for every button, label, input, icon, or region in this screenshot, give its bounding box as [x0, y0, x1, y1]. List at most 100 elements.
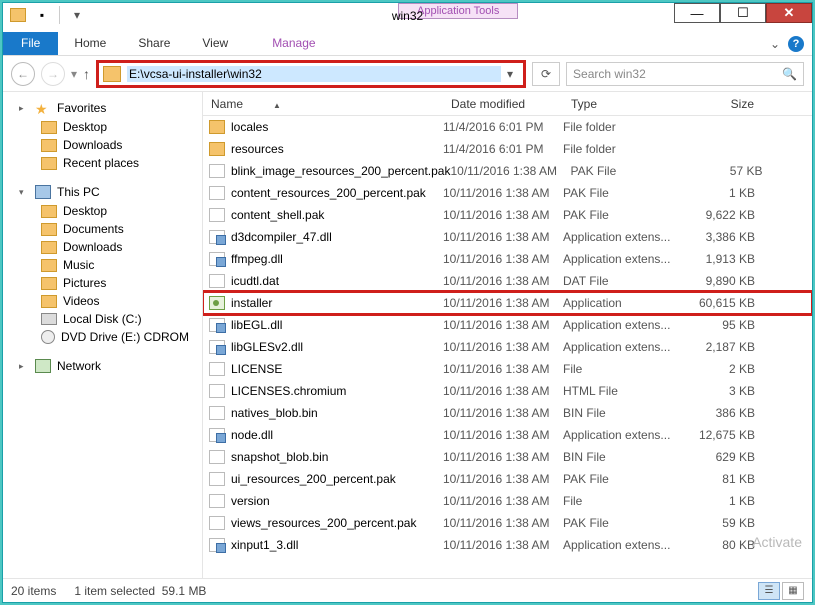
file-row[interactable]: version10/11/2016 1:38 AMFile1 KB: [203, 490, 812, 512]
col-type[interactable]: Type: [563, 97, 683, 111]
app-icon[interactable]: [7, 4, 29, 26]
search-box[interactable]: Search win32 🔍: [566, 62, 804, 86]
file-tab[interactable]: File: [3, 32, 58, 55]
file-row[interactable]: icudtl.dat10/11/2016 1:38 AMDAT File9,89…: [203, 270, 812, 292]
qat-customize-icon[interactable]: ▾: [66, 4, 88, 26]
file-date: 10/11/2016 1:38 AM: [443, 208, 563, 222]
file-name: blink_image_resources_200_percent.pak: [231, 164, 450, 178]
expand-icon[interactable]: [19, 361, 29, 372]
file-row[interactable]: libGLESv2.dll10/11/2016 1:38 AMApplicati…: [203, 336, 812, 358]
nav-pc-cdrive[interactable]: Local Disk (C:): [3, 310, 202, 328]
properties-icon[interactable]: ▪: [31, 4, 53, 26]
nav-pc-music[interactable]: Music: [3, 256, 202, 274]
file-row[interactable]: d3dcompiler_47.dll10/11/2016 1:38 AMAppl…: [203, 226, 812, 248]
refresh-button[interactable]: ⟳: [532, 62, 560, 86]
file-row[interactable]: installer10/11/2016 1:38 AMApplication60…: [203, 292, 812, 314]
main-area: ★ Favorites Desktop Downloads Recent pla…: [3, 92, 812, 578]
help-icon[interactable]: ?: [788, 36, 804, 52]
status-item-count: 20 items: [11, 584, 56, 598]
back-button[interactable]: ←: [11, 62, 35, 86]
details-view-button[interactable]: ☰: [758, 582, 780, 600]
file-name: resources: [231, 142, 284, 156]
address-dropdown-icon[interactable]: ▾: [501, 67, 519, 81]
nav-pc-pictures[interactable]: Pictures: [3, 274, 202, 292]
address-input[interactable]: [127, 66, 501, 82]
file-size: 1 KB: [683, 186, 763, 200]
folder-icon: [209, 120, 225, 134]
network-group[interactable]: Network: [3, 356, 202, 376]
maximize-button[interactable]: ☐: [720, 3, 766, 23]
this-pc-group[interactable]: This PC: [3, 182, 202, 202]
html-icon: [209, 384, 225, 398]
tab-manage[interactable]: Manage: [256, 32, 331, 55]
address-bar[interactable]: ▾: [96, 60, 526, 88]
folder-icon: [41, 205, 57, 218]
file-row[interactable]: ffmpeg.dll10/11/2016 1:38 AMApplication …: [203, 248, 812, 270]
file-row[interactable]: libEGL.dll10/11/2016 1:38 AMApplication …: [203, 314, 812, 336]
file-name: content_resources_200_percent.pak: [231, 186, 426, 200]
file-row[interactable]: LICENSE10/11/2016 1:38 AMFile2 KB: [203, 358, 812, 380]
up-button[interactable]: ↑: [83, 66, 90, 82]
expand-icon[interactable]: [19, 187, 29, 198]
nav-fav-recent[interactable]: Recent places: [3, 154, 202, 172]
folder-icon: [41, 223, 57, 236]
navigation-pane: ★ Favorites Desktop Downloads Recent pla…: [3, 92, 203, 578]
file-name: ui_resources_200_percent.pak: [231, 472, 396, 486]
file-row[interactable]: xinput1_3.dll10/11/2016 1:38 AMApplicati…: [203, 534, 812, 556]
file-name: natives_blob.bin: [231, 406, 318, 420]
tab-share[interactable]: Share: [122, 32, 186, 55]
file-name: ffmpeg.dll: [231, 252, 283, 266]
file-row[interactable]: node.dll10/11/2016 1:38 AMApplication ex…: [203, 424, 812, 446]
file-name: snapshot_blob.bin: [231, 450, 328, 464]
minimize-button[interactable]: —: [674, 3, 720, 23]
file-row[interactable]: content_resources_200_percent.pak10/11/2…: [203, 182, 812, 204]
file-date: 10/11/2016 1:38 AM: [443, 318, 563, 332]
file-row[interactable]: natives_blob.bin10/11/2016 1:38 AMBIN Fi…: [203, 402, 812, 424]
navigation-bar: ← → ▾ ↑ ▾ ⟳ Search win32 🔍: [3, 56, 812, 92]
nav-pc-dvd[interactable]: DVD Drive (E:) CDROM: [3, 328, 202, 346]
nav-fav-downloads[interactable]: Downloads: [3, 136, 202, 154]
file-date: 11/4/2016 6:01 PM: [443, 120, 563, 134]
nav-pc-desktop[interactable]: Desktop: [3, 202, 202, 220]
file-row[interactable]: snapshot_blob.bin10/11/2016 1:38 AMBIN F…: [203, 446, 812, 468]
icons-view-button[interactable]: ▦: [782, 582, 804, 600]
favorites-group[interactable]: ★ Favorites: [3, 98, 202, 118]
tab-view[interactable]: View: [186, 32, 244, 55]
recent-locations-icon[interactable]: ▾: [71, 67, 77, 81]
file-row[interactable]: ui_resources_200_percent.pak10/11/2016 1…: [203, 468, 812, 490]
expand-icon[interactable]: [19, 103, 29, 114]
file-type: Application extens...: [563, 538, 683, 552]
nav-fav-desktop[interactable]: Desktop: [3, 118, 202, 136]
close-button[interactable]: ✕: [766, 3, 812, 23]
dvd-icon: [41, 330, 55, 344]
file-row[interactable]: resources11/4/2016 6:01 PMFile folder: [203, 138, 812, 160]
file-name: node.dll: [231, 428, 273, 442]
nav-pc-videos[interactable]: Videos: [3, 292, 202, 310]
qat-separator: [59, 6, 60, 24]
nav-pc-documents[interactable]: Documents: [3, 220, 202, 238]
tab-home[interactable]: Home: [58, 32, 122, 55]
file-type: Application extens...: [563, 428, 683, 442]
search-icon: 🔍: [782, 67, 797, 81]
col-name[interactable]: Name▲: [203, 97, 443, 111]
file-type: File folder: [563, 120, 683, 134]
dll-icon: [209, 318, 225, 332]
file-row[interactable]: LICENSES.chromium10/11/2016 1:38 AMHTML …: [203, 380, 812, 402]
pak-icon: [209, 186, 225, 200]
file-name: version: [231, 494, 270, 508]
address-folder-icon: [103, 66, 121, 82]
ribbon-expand-icon[interactable]: ⌄: [770, 37, 780, 51]
col-date[interactable]: Date modified: [443, 97, 563, 111]
file-row[interactable]: locales11/4/2016 6:01 PMFile folder: [203, 116, 812, 138]
nav-pc-downloads[interactable]: Downloads: [3, 238, 202, 256]
file-date: 10/11/2016 1:38 AM: [450, 164, 570, 178]
folder-icon: [41, 121, 57, 134]
file-size: 57 KB: [690, 164, 770, 178]
col-size[interactable]: Size: [683, 97, 763, 111]
file-row[interactable]: views_resources_200_percent.pak10/11/201…: [203, 512, 812, 534]
file-date: 11/4/2016 6:01 PM: [443, 142, 563, 156]
forward-button[interactable]: →: [41, 62, 65, 86]
file-row[interactable]: blink_image_resources_200_percent.pak10/…: [203, 160, 812, 182]
file-row[interactable]: content_shell.pak10/11/2016 1:38 AMPAK F…: [203, 204, 812, 226]
file-date: 10/11/2016 1:38 AM: [443, 538, 563, 552]
